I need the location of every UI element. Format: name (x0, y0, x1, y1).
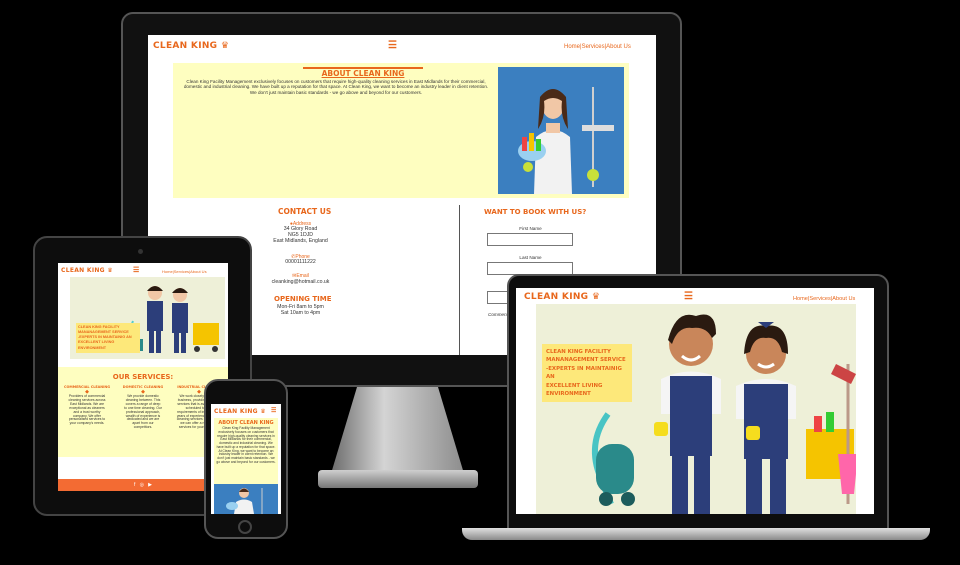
nav-services[interactable]: Services (582, 44, 605, 50)
laptop-screen: CLEAN KING ♛ ☰ Home|Services|About Us CL… (516, 288, 874, 514)
hours-line: Sat 10am to 4pm (280, 309, 321, 316)
hero-tagline: CLEAN KING FACILITY MANANAGEMENT SERVICE… (76, 323, 140, 353)
hamburger-menu-icon[interactable]: ☰ (684, 291, 693, 302)
service-card: COMMERCIAL CLEANING ◆ Providers of comme… (60, 385, 114, 426)
phone-screen: CLEAN KING ♛ ☰ ABOUT CLEAN KING Clean Ki… (211, 404, 281, 514)
about-section: ABOUT CLEAN KING Clean King Facility Man… (173, 63, 629, 198)
cleaning-lady-image (214, 484, 278, 514)
crown-icon: ♛ (107, 267, 113, 274)
hamburger-menu-icon[interactable]: ☰ (133, 266, 139, 274)
facebook-icon[interactable]: f (134, 482, 135, 488)
hamburger-menu-icon[interactable]: ☰ (271, 407, 276, 414)
imac-stand (330, 387, 465, 477)
crown-icon: ♛ (260, 408, 266, 415)
service-text: We provide domestic cleaning between. Th… (124, 394, 162, 430)
nav-about[interactable]: About Us (606, 44, 631, 50)
address-line: East Midlands, England (273, 237, 328, 244)
opening-time-title: OPENING TIME (274, 295, 332, 303)
nav-links: Home|Services|About Us (564, 44, 631, 50)
contact-title: CONTACT US (278, 207, 332, 216)
footer: f ◎ ▶ (58, 479, 228, 491)
nav-links: Home|Services|About Us (162, 269, 207, 274)
hamburger-menu-icon[interactable]: ☰ (388, 40, 397, 51)
nav-home[interactable]: Home (793, 296, 808, 302)
about-section: ABOUT CLEAN KING Clean King Facility Man… (214, 418, 278, 484)
crown-icon: ♛ (220, 41, 230, 51)
hero-line: ENVIRONMENT (78, 345, 107, 350)
brand-name: CLEAN KING (524, 292, 589, 302)
services-title: OUR SERVICES: (112, 373, 174, 381)
phone-number[interactable]: 00001111222 (253, 259, 348, 266)
booking-title: WANT TO BOOK WITH US? (484, 208, 587, 216)
first-name-input[interactable] (487, 233, 573, 246)
nav-services[interactable]: Services (174, 269, 189, 274)
opening-hours: Mon-Fri 8am to 5pm Sat 10am to 4pm (253, 304, 348, 317)
cleaners-illustration (128, 286, 219, 353)
brand-name: CLEAN KING (153, 41, 218, 51)
imac-stand-base (318, 470, 478, 488)
tablet-camera (138, 249, 143, 254)
hero-line: ENVIRONMENT (546, 390, 591, 397)
youtube-icon[interactable]: ▶ (148, 482, 152, 488)
about-text: Clean King Facility Management exclusive… (183, 79, 489, 95)
section-divider (459, 205, 460, 355)
nav-services[interactable]: Services (809, 296, 830, 302)
brand-logo[interactable]: CLEAN KING ♛ (153, 41, 229, 51)
comment-label: Comment (488, 312, 508, 317)
email-address[interactable]: cleanking@hotmail.co.uk (253, 279, 348, 286)
nav-home[interactable]: Home (564, 44, 580, 50)
about-text: Clean King Facility Management exclusive… (216, 426, 276, 465)
brand-logo[interactable]: CLEAN KING ♛ (61, 267, 113, 274)
hero-line: CLEAN KING FACILITY (546, 349, 611, 355)
last-name-label: Last Name (519, 255, 542, 260)
laptop-base (462, 528, 930, 540)
hero-line: EXCELLENT LIVING (546, 382, 603, 389)
brand-logo[interactable]: CLEAN KING ♛ (524, 292, 600, 302)
cleaning-lady-image (498, 67, 624, 194)
brand-logo[interactable]: CLEAN KING ♛ (214, 408, 266, 415)
phone-home-button (238, 520, 252, 534)
hero-tagline: CLEAN KING FACILITY MANANAGEMENT SERVICE… (542, 344, 632, 403)
cleaners-illustration (591, 314, 856, 514)
first-name-label: First Name (519, 226, 542, 231)
service-text: Providers of commercial cleaning service… (68, 394, 106, 426)
brand-name: CLEAN KING (214, 408, 258, 415)
about-title: ABOUT CLEAN KING (303, 67, 423, 78)
nav-about[interactable]: About Us (190, 269, 206, 274)
address-block: 34 Glory Road NG5 1DJD East Midlands, En… (253, 226, 348, 245)
brand-name: CLEAN KING (61, 267, 105, 274)
services-section: OUR SERVICES: COMMERCIAL CLEANING ◆ Prov… (58, 367, 228, 457)
hero-line: MANANAGEMENT SERVICE (546, 357, 626, 364)
hero-line: -EXPERTS IN MAINTAINIG AN (546, 365, 622, 381)
nav-about[interactable]: About Us (832, 296, 855, 302)
hero-banner: CLEAN KING FACILITY MANANAGEMENT SERVICE… (536, 304, 856, 514)
hero-banner: CLEAN KING FACILITY MANANAGEMENT SERVICE… (70, 277, 225, 359)
nav-home[interactable]: Home (162, 269, 173, 274)
service-card: DOMESTIC CLEANING ◆ We provide domestic … (116, 385, 170, 430)
nav-links: Home|Services|About Us (793, 296, 855, 302)
instagram-icon[interactable]: ◎ (140, 482, 144, 488)
tablet-screen: CLEAN KING ♛ ☰ Home|Services|About Us CL… (58, 263, 228, 491)
crown-icon: ♛ (591, 292, 601, 302)
